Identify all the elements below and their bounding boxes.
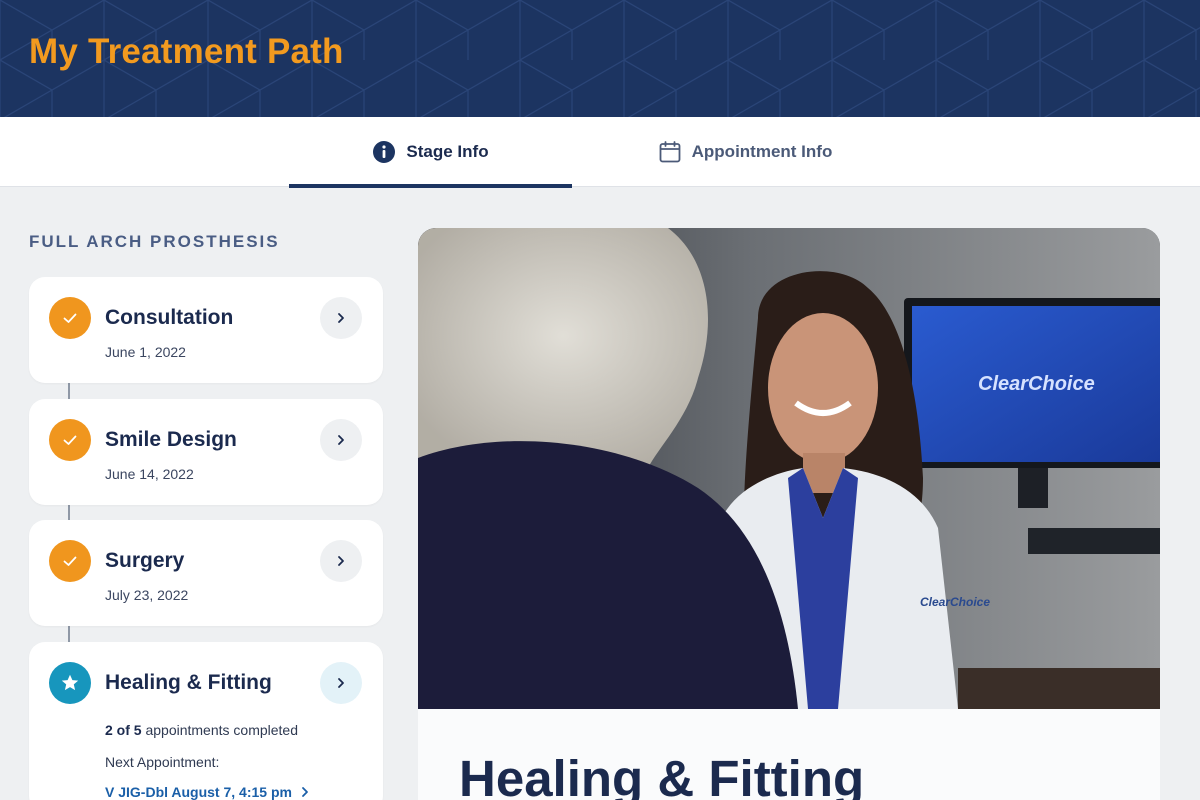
next-appointment-label: Next Appointment: <box>105 754 220 770</box>
stage-name: Surgery <box>105 549 185 572</box>
active-tab-indicator <box>289 184 572 188</box>
stage-detail-panel: Healing & Fitting <box>418 709 1160 800</box>
stage-date: June 1, 2022 <box>105 344 186 360</box>
appointments-progress: 2 of 5 appointments completed <box>105 722 298 738</box>
stage-card-smile-design[interactable]: Smile Design June 14, 2022 <box>29 399 383 505</box>
progress-count: 2 of 5 <box>105 722 142 738</box>
stage-detail-title: Healing & Fitting <box>459 750 865 800</box>
stage-name: Smile Design <box>105 428 237 451</box>
tab-stage-info-label: Stage Info <box>406 142 489 161</box>
stage-name: Healing & Fitting <box>105 671 272 694</box>
next-appointment-link-text: V JIG-Dbl August 7, 4:15 pm <box>105 784 292 800</box>
chevron-right-icon <box>338 556 344 566</box>
tab-stage-info[interactable]: Stage Info <box>289 117 572 188</box>
progress-suffix: appointments completed <box>141 722 299 738</box>
coat-logo: ClearChoice <box>920 595 990 609</box>
tab-bar: Stage Info Appointment Info <box>0 117 1200 188</box>
stage-open-button[interactable] <box>320 419 362 461</box>
stage-card-consultation[interactable]: Consultation June 1, 2022 <box>29 277 383 383</box>
stage-hero-image: ClearChoice ClearChoice <box>418 228 1160 709</box>
stage-date: June 14, 2022 <box>105 466 194 482</box>
check-icon <box>49 297 91 339</box>
page-title: My Treatment Path <box>29 32 344 71</box>
chevron-right-icon <box>338 678 344 688</box>
stage-date: July 23, 2022 <box>105 587 189 603</box>
stage-open-button[interactable] <box>320 297 362 339</box>
check-icon <box>49 540 91 582</box>
info-icon <box>372 140 396 164</box>
stage-open-button[interactable] <box>320 662 362 704</box>
stage-name: Consultation <box>105 306 234 329</box>
stage-card-healing-fitting[interactable]: Healing & Fitting 2 of 5 appointments co… <box>29 642 383 800</box>
next-appointment-link[interactable]: V JIG-Dbl August 7, 4:15 pm <box>105 784 310 800</box>
calendar-icon <box>658 140 682 164</box>
check-icon <box>49 419 91 461</box>
monitor-logo: ClearChoice <box>978 373 1095 395</box>
star-icon <box>49 662 91 704</box>
treatment-section-title: FULL ARCH PROSTHESIS <box>29 232 280 251</box>
tab-appointment-info[interactable]: Appointment Info <box>600 117 890 187</box>
tab-appointment-info-label: Appointment Info <box>691 142 833 161</box>
page-header: My Treatment Path <box>0 0 1200 117</box>
stage-card-surgery[interactable]: Surgery July 23, 2022 <box>29 520 383 626</box>
chevron-right-icon <box>338 313 344 323</box>
chevron-right-icon <box>338 435 344 445</box>
stage-open-button[interactable] <box>320 540 362 582</box>
chevron-right-icon <box>302 787 308 797</box>
